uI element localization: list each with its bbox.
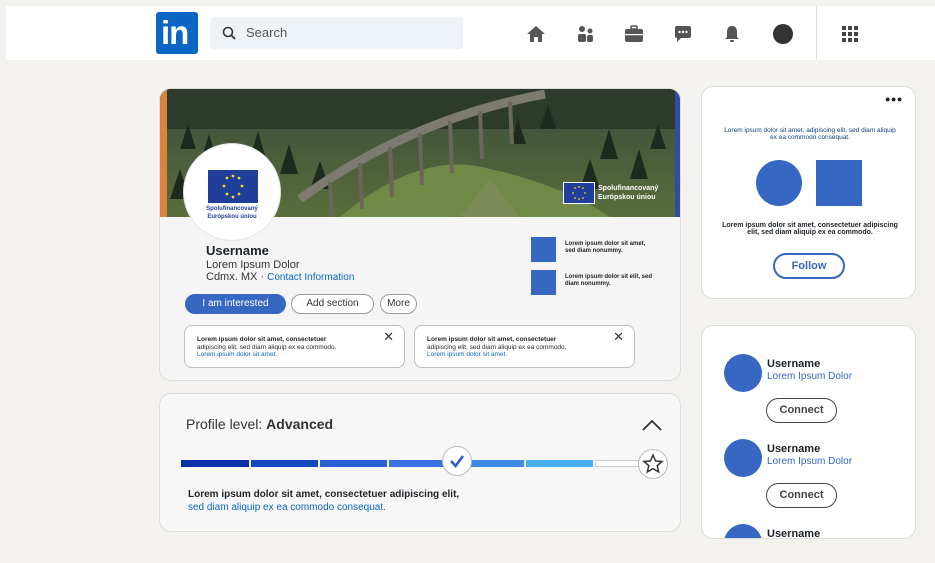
level-description-2: sed diam aliquip ex ea commodo consequat…	[188, 502, 386, 513]
eu-cofunded-badge: Spolufinancovaný Európskou úniou	[563, 182, 658, 204]
notice-line-1: Lorem ipsum dolor sit amet, consectetuer	[427, 336, 557, 343]
suggestion-name[interactable]: Username	[767, 443, 820, 455]
notice-line-1: Lorem ipsum dolor sit amet, consectetuer	[197, 336, 327, 343]
avatar[interactable]	[724, 354, 762, 392]
side-item-square	[531, 270, 556, 295]
suggestions-card: Username Lorem Ipsum Dolor Connect Usern…	[701, 325, 916, 539]
more-button[interactable]: More	[380, 294, 417, 314]
suggestion-subtitle: Lorem Ipsum Dolor	[767, 371, 853, 382]
avatar[interactable]	[724, 524, 762, 538]
suggestion-name[interactable]: Username	[767, 358, 820, 370]
avatar[interactable]	[724, 439, 762, 477]
eu-flag-icon	[563, 182, 595, 204]
connect-button[interactable]: Connect	[766, 483, 837, 508]
eu-flag-icon	[208, 170, 258, 203]
interested-button[interactable]: I am interested	[185, 294, 286, 314]
progress-checkpoint	[442, 446, 472, 476]
connect-button[interactable]: Connect	[766, 398, 837, 423]
progress-segment	[526, 460, 593, 467]
badge-line-2: Európskou úniou	[598, 194, 656, 201]
banner-left-stripe	[160, 89, 167, 217]
notifications-icon[interactable]	[721, 23, 743, 45]
progress-segment-empty	[595, 460, 639, 467]
contact-info-link[interactable]: Contact Information	[267, 272, 354, 283]
side-item-text: Lorem ipsum dolor sit elit, sed diam non…	[565, 274, 653, 287]
star-icon	[642, 453, 664, 474]
location-text: Cdmx. MX ·	[206, 271, 265, 283]
banner-right-stripe	[675, 89, 680, 217]
close-icon[interactable]: ✕	[613, 329, 624, 345]
side-item-text: Lorem ipsum dolor sit amet, sed diam non…	[565, 241, 646, 254]
nav-divider	[816, 6, 817, 60]
add-section-button[interactable]: Add section	[291, 294, 374, 314]
promo-card: ••• Lorem ipsum dolor sit amet, adipisci…	[701, 86, 916, 299]
promo-square-shape	[816, 160, 862, 206]
apps-grid-icon[interactable]	[839, 23, 861, 45]
profile-level-card: Profile level: Advanced Lorem ipsum dolo…	[159, 393, 681, 532]
me-avatar[interactable]	[773, 24, 793, 44]
level-title-prefix: Profile level:	[186, 416, 267, 432]
progress-segment	[181, 460, 249, 467]
notice-line-2: adipiscing elit, sed diam aliquip ex ea …	[427, 344, 567, 351]
top-navigation-bar: in Search	[6, 6, 935, 60]
jobs-icon[interactable]	[623, 23, 645, 45]
promo-circle-shape	[756, 160, 802, 206]
badge-line-1: Spolufinancovaný	[598, 185, 659, 192]
avatar-caption-2: Európskou úniou	[207, 214, 257, 220]
progress-goal	[638, 449, 668, 479]
avatar-caption-1: Spolufinancovaný	[206, 206, 258, 212]
home-icon[interactable]	[525, 23, 547, 45]
promo-text-top: Lorem ipsum dolor sit amet, adipiscing e…	[724, 127, 896, 141]
profile-card: Spolufinancovaný Európskou úniou Spolufin…	[159, 88, 681, 381]
logo-text: in	[161, 14, 189, 51]
notice-line-3: Lorem ipsum dolor sit amet.	[427, 351, 508, 358]
profile-username: Username	[206, 243, 269, 258]
notice-line-2: adipiscing elit, sed diam aliquip ex ea …	[197, 344, 337, 351]
profile-level-title: Profile level: Advanced	[186, 416, 333, 432]
check-icon	[450, 455, 465, 469]
promo-text-bottom: Lorem ipsum dolor sit amet, consectetuer…	[722, 222, 898, 236]
notice-line-3: Lorem ipsum dolor sit amet.	[197, 351, 278, 358]
profile-headline: Lorem Ipsum Dolor	[206, 259, 300, 271]
side-item-square	[531, 237, 556, 262]
progress-segment	[320, 460, 387, 467]
search-icon	[222, 26, 236, 40]
notice-card: Lorem ipsum dolor sit amet, consectetuer…	[184, 325, 405, 368]
chevron-up-icon[interactable]	[641, 418, 663, 432]
level-description-1: Lorem ipsum dolor sit amet, consectetuer…	[188, 489, 460, 500]
profile-avatar[interactable]: Spolufinancovaný Európskou úniou	[184, 144, 280, 240]
suggestion-name[interactable]: Username	[767, 528, 820, 538]
suggestion-subtitle: Lorem Ipsum Dolor	[767, 456, 853, 467]
search-placeholder: Search	[246, 25, 288, 40]
search-box[interactable]: Search	[210, 17, 463, 49]
profile-location: Cdmx. MX · Contact Information	[206, 271, 354, 283]
close-icon[interactable]: ✕	[383, 329, 394, 345]
notice-card: Lorem ipsum dolor sit amet, consectetuer…	[414, 325, 635, 368]
network-icon[interactable]	[575, 23, 597, 45]
level-title-value: Advanced	[266, 416, 334, 432]
more-options-icon[interactable]: •••	[885, 91, 903, 107]
follow-button[interactable]: Follow	[773, 253, 845, 279]
linkedin-logo[interactable]: in	[156, 12, 198, 54]
progress-segment	[251, 460, 318, 467]
messaging-icon[interactable]	[672, 23, 694, 45]
